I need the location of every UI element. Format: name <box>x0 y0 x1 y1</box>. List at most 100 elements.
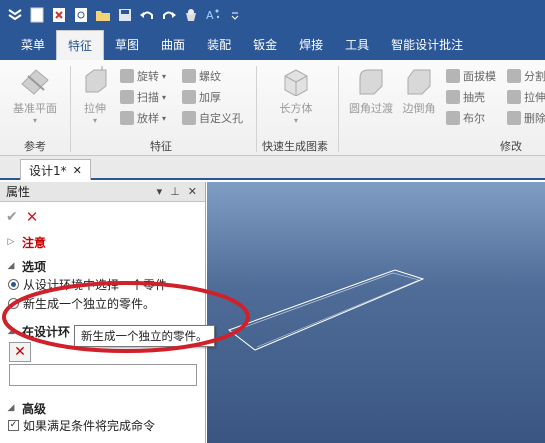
save-icon[interactable] <box>116 6 134 24</box>
group-label-feature: 特征 <box>150 140 172 153</box>
tab-menu[interactable]: 菜单 <box>10 30 56 60</box>
revolve-icon <box>120 69 134 83</box>
option-label: 新生成一个独立的零件。 <box>23 296 156 311</box>
tooltip: 新生成一个独立的零件。 <box>74 325 215 347</box>
shell-label: 抽壳 <box>463 91 485 104</box>
sweep-button[interactable]: 扫描 ▾ <box>120 89 166 105</box>
auto-complete-option[interactable]: ✓ 如果满足条件将完成命令 <box>0 417 206 433</box>
ribbon-tab-bar: 菜单 特征 草图 曲面 装配 钣金 焊接 工具 智能设计批注 <box>0 30 545 60</box>
group-label-quick: 快速生成图素 <box>262 140 328 153</box>
pin-icon[interactable]: ⊥ <box>170 185 180 198</box>
close-icon[interactable]: ✕ <box>73 164 82 177</box>
loft-icon <box>120 111 134 125</box>
shell-icon <box>446 90 460 104</box>
group-label-modify: 修改 <box>500 140 522 153</box>
fillet-label: 圆角过渡 <box>349 102 393 115</box>
boolean-button[interactable]: 布尔 <box>446 110 485 126</box>
base-plane-button[interactable]: 基准平面 ▾ <box>10 66 60 125</box>
options-section[interactable]: ◢ 选项 <box>0 258 206 274</box>
advanced-section[interactable]: ◢ 高级 <box>0 400 206 416</box>
divider <box>256 66 257 152</box>
cuboid-icon <box>279 66 313 97</box>
checkbox[interactable]: ✓ <box>8 419 19 431</box>
split-label: 分割 <box>524 70 545 83</box>
tab-sketch[interactable]: 草图 <box>104 30 150 60</box>
dropdown-icon[interactable] <box>226 6 244 24</box>
design-viewport[interactable] <box>207 182 545 443</box>
redo-icon[interactable] <box>160 6 178 24</box>
folder-icon[interactable] <box>94 6 112 24</box>
chevron-down-icon: ▾ <box>162 92 167 102</box>
panel-title: 属性 <box>6 185 31 199</box>
check-icon[interactable]: ✔ <box>6 209 18 225</box>
clear-selection-button[interactable]: ✕ <box>9 342 31 362</box>
custom-hole-icon <box>182 111 196 125</box>
new-icon[interactable] <box>28 6 46 24</box>
extrude-button[interactable]: 拉伸 ▾ <box>76 64 114 125</box>
panel-header: 属性 ▾ ⊥ ✕ <box>0 182 205 202</box>
fillet-icon <box>354 66 388 96</box>
document-tab[interactable]: 设计1* ✕ <box>20 159 91 180</box>
custom-hole-button[interactable]: 自定义孔 <box>182 110 243 126</box>
tab-tools[interactable]: 工具 <box>334 30 380 60</box>
notice-header: 注意 <box>22 235 47 250</box>
revolve-label: 旋转 <box>137 70 159 83</box>
radio-button[interactable] <box>8 278 19 290</box>
cuboid-label: 长方体 <box>279 102 313 115</box>
cup-icon[interactable] <box>182 6 200 24</box>
loft-button[interactable]: 放样 ▾ <box>120 110 166 126</box>
divider <box>70 66 71 152</box>
chevron-down-icon: ▾ <box>32 116 37 125</box>
thicken-icon <box>182 90 196 104</box>
advanced-header: 高级 <box>22 401 47 416</box>
split-button[interactable]: 分割 <box>507 68 545 84</box>
tab-feature[interactable]: 特征 <box>56 30 105 60</box>
fillet-button[interactable]: 圆角过渡 <box>346 66 396 116</box>
shell-button[interactable]: 抽壳 <box>446 89 485 105</box>
draft-icon <box>446 69 460 83</box>
boolean-label: 布尔 <box>463 112 485 125</box>
split-icon <box>507 69 521 83</box>
option-select-from-design[interactable]: 从设计环境中选择一个零件 <box>0 276 206 292</box>
thicken-label: 加厚 <box>199 91 221 104</box>
tab-weld[interactable]: 焊接 <box>288 30 334 60</box>
plane-icon <box>18 66 52 96</box>
sparkle-icon[interactable]: A <box>204 6 222 24</box>
undo-icon[interactable] <box>138 6 156 24</box>
chevron-down-icon: ▾ <box>162 71 167 81</box>
delete-label: 删除 <box>524 112 545 125</box>
delete-button[interactable]: 删除 <box>507 110 545 126</box>
stretch-button[interactable]: 拉伸 <box>507 89 545 105</box>
delete-icon <box>507 111 521 125</box>
draft-label: 面拔模 <box>463 70 496 83</box>
open-icon[interactable] <box>50 6 68 24</box>
revolve-button[interactable]: 旋转 ▾ <box>120 68 166 84</box>
cancel-icon[interactable]: ✕ <box>26 208 39 226</box>
thicken-button[interactable]: 加厚 <box>182 89 221 105</box>
tab-smart-annotation[interactable]: 智能设计批注 <box>380 30 474 60</box>
tab-assembly[interactable]: 装配 <box>196 30 242 60</box>
notice-section[interactable]: ▷ 注意 <box>0 234 206 250</box>
option-new-part[interactable]: 新生成一个独立的零件。 <box>0 295 206 311</box>
thread-button[interactable]: 螺纹 <box>182 68 221 84</box>
chevron-down-icon: ▾ <box>92 116 97 125</box>
tab-sheet-metal[interactable]: 钣金 <box>242 30 288 60</box>
base-plane-label: 基准平面 <box>13 102 57 115</box>
thread-label: 螺纹 <box>199 70 221 83</box>
expand-triangle-icon: ▷ <box>7 237 15 247</box>
document-tab-title: 设计1* <box>29 163 67 178</box>
app-logo-icon[interactable] <box>6 6 24 24</box>
chevron-down-icon[interactable]: ▾ <box>157 185 163 198</box>
selection-field[interactable] <box>9 364 197 386</box>
in-design-header: 在设计环 <box>22 324 71 339</box>
radio-button[interactable] <box>8 297 19 309</box>
close-icon[interactable]: ✕ <box>188 185 197 198</box>
preview-icon[interactable] <box>72 6 90 24</box>
draft-button[interactable]: 面拔模 <box>446 68 496 84</box>
chamfer-button[interactable]: 边倒角 <box>400 66 438 116</box>
extrude-label: 拉伸 <box>84 102 106 115</box>
loft-label: 放样 <box>137 112 159 125</box>
tab-surface[interactable]: 曲面 <box>150 30 196 60</box>
cuboid-button[interactable]: 长方体 ▾ <box>272 66 320 125</box>
stretch-label: 拉伸 <box>524 91 545 104</box>
